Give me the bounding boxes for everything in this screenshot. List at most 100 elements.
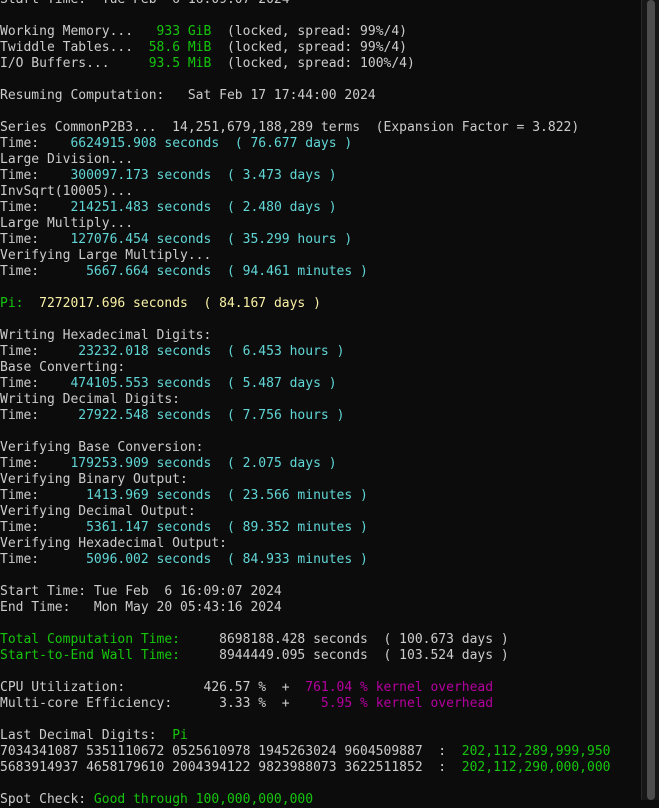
- console-line: Time: 1413.969 seconds ( 23.566 minutes …: [0, 488, 641, 504]
- console-line: Total Computation Time: 8698188.428 seco…: [0, 632, 641, 648]
- console-text: (locked, spread: 99%/4): [211, 40, 408, 55]
- console-output: Start Time: Tue Feb 6 16:09:07 2024 Worki…: [0, 0, 641, 808]
- console-text: Start-to-End Wall Time:: [0, 648, 220, 663]
- console-line: Working Memory... 933 GiB (locked, sprea…: [0, 24, 641, 40]
- console-text: InvSqrt(10005)...: [0, 184, 134, 199]
- console-text: Resuming Computation: Sat Feb 17 17:44:0…: [0, 88, 376, 103]
- console-line: Last Decimal Digits: Pi: [0, 728, 641, 744]
- console-text: 300097.173 seconds: [70, 168, 212, 183]
- console-text: End Time: Mon May 20 05:43:16 2024: [0, 600, 282, 615]
- console-line: Verifying Hexadecimal Output:: [0, 536, 641, 552]
- console-line: End Time: Mon May 20 05:43:16 2024: [0, 600, 641, 616]
- console-line: Start Time: Tue Feb 6 16:09:07 2024: [0, 0, 641, 8]
- console-text: CPU Utilization: 426.57 % +: [0, 680, 306, 695]
- console-text: 23232.018 seconds: [78, 344, 212, 359]
- console-text: 93.5 MiB: [148, 56, 212, 71]
- console-line: CPU Utilization: 426.57 % + 761.04 % ker…: [0, 680, 641, 696]
- console-line: Time: 179253.909 seconds ( 2.075 days ): [0, 456, 641, 472]
- console-line: Base Converting:: [0, 360, 641, 376]
- console-text: 1413.969 seconds: [86, 488, 212, 503]
- console-text: Time:: [0, 552, 87, 567]
- console-line: Twiddle Tables... 58.6 MiB (locked, spre…: [0, 40, 641, 56]
- console-text: Large Multiply...: [0, 216, 134, 231]
- console-text: ( 84.933 minutes ): [211, 552, 368, 567]
- console-line: 7034341087 5351110672 0525610978 1945263…: [0, 744, 641, 760]
- console-text: Time:: [0, 488, 87, 503]
- console-line: Writing Hexadecimal Digits:: [0, 328, 641, 344]
- console-text: Start Time: Tue Feb 6 16:09:07 2024: [0, 584, 282, 599]
- console-text: 8698188.428 seconds ( 100.673 days ): [219, 632, 509, 647]
- console-text: ( 2.480 days ): [211, 200, 337, 215]
- scrollbar-thumb[interactable]: [647, 0, 655, 800]
- console-text: 58.6 MiB: [148, 40, 212, 55]
- console-line: Start-to-End Wall Time: 8944449.095 seco…: [0, 648, 641, 664]
- console-text: ( 89.352 minutes ): [211, 520, 368, 535]
- console-text: Multi-core Efficiency: 3.33 % +: [0, 696, 321, 711]
- console-line: Time: 214251.483 seconds ( 2.480 days ): [0, 200, 641, 216]
- console-text: Time:: [0, 376, 71, 391]
- console-text: Time:: [0, 232, 71, 247]
- console-text: 6624915.908 seconds: [70, 136, 220, 151]
- console-text: ( 2.075 days ): [211, 456, 337, 471]
- console-text: 5.95 % kernel overhead: [320, 696, 494, 711]
- console-text: ( 23.566 minutes ): [211, 488, 368, 503]
- console-text: (locked, spread: 99%/4): [211, 24, 408, 39]
- console-line: Verifying Decimal Output:: [0, 504, 641, 520]
- console-text: 179253.909 seconds: [70, 456, 212, 471]
- console-text: (locked, spread: 100%/4): [211, 56, 415, 71]
- console-text: 8944449.095 seconds ( 103.524 days ): [219, 648, 509, 663]
- console-line: I/O Buffers... 93.5 MiB (locked, spread:…: [0, 56, 641, 72]
- console-text: ( 5.487 days ): [211, 376, 337, 391]
- console-line: Large Division...: [0, 152, 641, 168]
- console-line: Time: 300097.173 seconds ( 3.473 days ): [0, 168, 641, 184]
- console-line: Start Time: Tue Feb 6 16:09:07 2024: [0, 584, 641, 600]
- console-text: 5667.664 seconds: [86, 264, 212, 279]
- console-text: Start Time: Tue Feb 6 16:09:07 2024: [0, 0, 290, 7]
- console-text: 7034341087 5351110672 0525610978 1945263…: [0, 744, 462, 759]
- console-text: Verifying Base Conversion:: [0, 440, 204, 455]
- console-line: Multi-core Efficiency: 3.33 % + 5.95 % k…: [0, 696, 641, 712]
- console-line: Series CommonP2B3... 14,251,679,188,289 …: [0, 120, 641, 136]
- console-text: Time:: [0, 344, 79, 359]
- console-text: 5096.002 seconds: [86, 552, 212, 567]
- console-text: Verifying Decimal Output:: [0, 504, 196, 519]
- console-text: Verifying Hexadecimal Output:: [0, 536, 227, 551]
- console-line: Resuming Computation: Sat Feb 17 17:44:0…: [0, 88, 641, 104]
- console-line: Verifying Binary Output:: [0, 472, 641, 488]
- console-text: Pi: [172, 728, 188, 743]
- console-line: Time: 27922.548 seconds ( 7.756 hours ): [0, 408, 641, 424]
- console-line: InvSqrt(10005)...: [0, 184, 641, 200]
- console-text: ( 3.473 days ): [211, 168, 337, 183]
- console-text: 5683914937 4658179610 2004394122 9823988…: [0, 760, 462, 775]
- console-line: Pi: 7272017.696 seconds ( 84.167 days ): [0, 296, 641, 312]
- vertical-scrollbar[interactable]: [641, 0, 659, 800]
- console-line: Time: 6624915.908 seconds ( 76.677 days …: [0, 136, 641, 152]
- console-text: 127076.454 seconds: [70, 232, 212, 247]
- console-text: 474105.553 seconds: [70, 376, 212, 391]
- console-line: Time: 127076.454 seconds ( 35.299 hours …: [0, 232, 641, 248]
- console-text: ( 94.461 minutes ): [211, 264, 368, 279]
- console-line: Verifying Base Conversion:: [0, 440, 641, 456]
- console-text: 202,112,290,000,000: [461, 760, 611, 775]
- console-text: Writing Hexadecimal Digits:: [0, 328, 212, 343]
- console-text: Pi:: [0, 296, 40, 311]
- console-text: Time:: [0, 200, 71, 215]
- console-text: 933 GiB: [156, 24, 212, 39]
- console-text: Time:: [0, 264, 87, 279]
- console-text: I/O Buffers...: [0, 56, 149, 71]
- console-line: Time: 474105.553 seconds ( 5.487 days ): [0, 376, 641, 392]
- console-line: Time: 5361.147 seconds ( 89.352 minutes …: [0, 520, 641, 536]
- console-text: Verifying Binary Output:: [0, 472, 188, 487]
- console-text: 5361.147 seconds: [86, 520, 212, 535]
- console-text: Total Computation Time:: [0, 632, 220, 647]
- console-text: ( 7.756 hours ): [211, 408, 345, 423]
- console-text: Working Memory...: [0, 24, 157, 39]
